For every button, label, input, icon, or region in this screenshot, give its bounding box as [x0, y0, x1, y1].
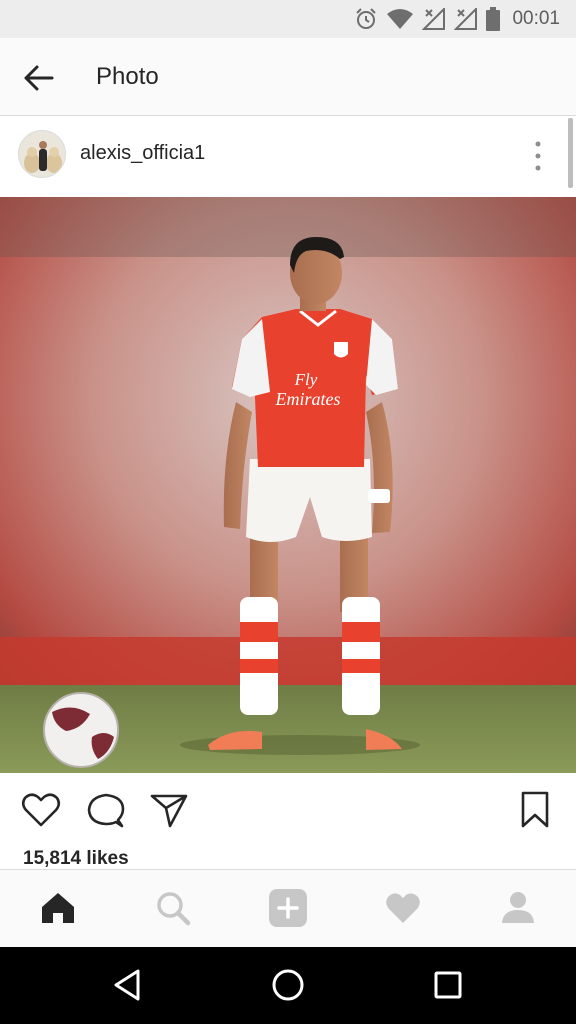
add-icon [269, 889, 307, 927]
likes-count[interactable]: 15,814 likes [23, 848, 129, 870]
nav-profile[interactable] [498, 888, 538, 928]
back-button[interactable] [18, 58, 58, 98]
nav-activity[interactable] [383, 888, 423, 928]
post-photo[interactable]: Fly Emirates [0, 197, 576, 773]
wifi-icon [387, 9, 414, 29]
arrow-left-icon [24, 65, 54, 91]
profile-icon [502, 892, 534, 923]
heart-icon [386, 893, 420, 923]
avatar-photo [19, 131, 65, 177]
heart-icon [21, 793, 61, 827]
scroll-indicator [568, 118, 573, 188]
battery-icon [486, 7, 501, 31]
comment-button[interactable] [85, 789, 127, 831]
signal-icon [422, 8, 446, 30]
system-recents-button[interactable] [428, 965, 468, 1005]
bookmark-icon [521, 791, 549, 828]
post-header: alexis_officia1 [0, 117, 576, 197]
share-button[interactable] [148, 789, 190, 831]
page-title: Photo [96, 63, 159, 90]
status-bar: 00:01 [0, 0, 576, 38]
send-icon [150, 794, 188, 828]
save-button[interactable] [514, 789, 556, 831]
home-icon [42, 893, 74, 923]
bottom-nav [0, 869, 576, 947]
recents-square-icon [434, 971, 462, 999]
system-nav-bar [0, 947, 576, 1024]
jersey-sponsor-line2: Emirates [275, 389, 341, 409]
signal-icon [454, 8, 478, 30]
jersey-sponsor-line1: Fly [294, 370, 318, 389]
system-back-button[interactable] [108, 965, 148, 1005]
back-triangle-icon [114, 969, 140, 1001]
search-icon [157, 892, 191, 926]
nav-search[interactable] [153, 888, 193, 928]
post-username[interactable]: alexis_officia1 [80, 142, 205, 165]
nav-add[interactable] [268, 888, 308, 928]
home-circle-icon [272, 969, 304, 1001]
like-button[interactable] [20, 789, 62, 831]
app-bar: Photo [0, 38, 576, 116]
system-home-button[interactable] [268, 965, 308, 1005]
avatar[interactable] [18, 130, 66, 178]
nav-home[interactable] [38, 888, 78, 928]
football-player-photo: Fly Emirates [0, 197, 576, 773]
vertical-dots-icon [535, 141, 541, 171]
alarm-icon [356, 8, 377, 29]
comment-icon [87, 793, 125, 828]
status-time: 00:01 [512, 8, 560, 29]
more-options-button[interactable] [524, 139, 552, 173]
post-actions [0, 773, 576, 847]
